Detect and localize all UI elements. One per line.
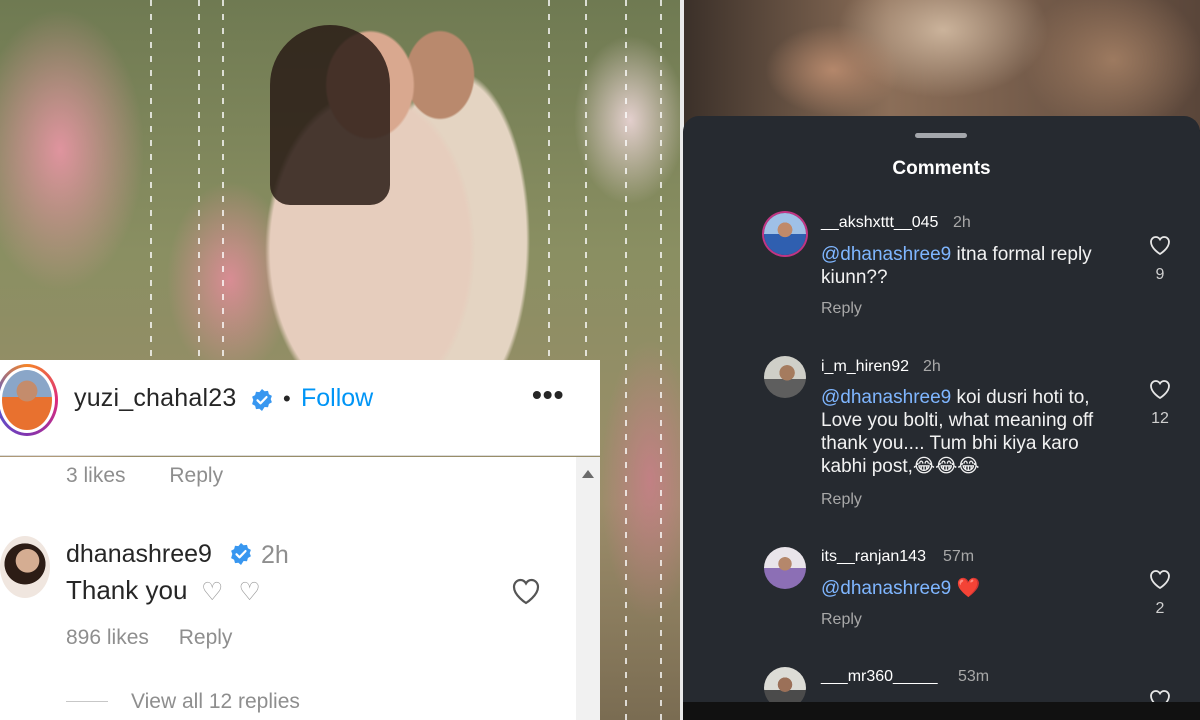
like-count: 9 bbox=[1155, 266, 1165, 283]
poster-username[interactable]: yuzi_chahal23 bbox=[74, 384, 236, 413]
comment-reply-button[interactable]: Reply bbox=[179, 626, 233, 649]
commenter-avatar[interactable] bbox=[0, 536, 50, 598]
like-heart-icon[interactable] bbox=[510, 576, 542, 606]
comment-mention[interactable]: @dhanashree9 bbox=[821, 387, 951, 408]
scrollbar[interactable] bbox=[576, 457, 600, 720]
comment-username[interactable]: __akshxttt__045 bbox=[821, 214, 938, 232]
sheet-drag-handle[interactable] bbox=[915, 133, 967, 138]
like-count: 2 bbox=[1155, 600, 1165, 617]
comment-time: 2h bbox=[953, 214, 971, 231]
comment-time: 2h bbox=[261, 541, 289, 569]
replies-line bbox=[66, 701, 108, 702]
like-heart-icon[interactable] bbox=[1148, 378, 1172, 400]
previous-likes[interactable]: 3 likes bbox=[66, 464, 126, 487]
verified-badge-icon bbox=[252, 389, 272, 411]
comment-avatar[interactable] bbox=[764, 547, 806, 589]
comment-mention[interactable]: @dhanashree9 bbox=[821, 578, 951, 599]
comment-time: 57m bbox=[943, 548, 975, 565]
comment-text: @dhanashree9 itna formal reply kiunn?? bbox=[821, 243, 1121, 289]
sheet-title: Comments bbox=[892, 158, 991, 179]
commenter-username[interactable]: dhanashree9 bbox=[66, 540, 212, 569]
comment-mention[interactable]: @dhanashree9 bbox=[821, 244, 951, 265]
secondary-photo bbox=[683, 0, 1200, 130]
comment-avatar[interactable] bbox=[764, 356, 806, 398]
like-heart-icon[interactable] bbox=[1148, 234, 1172, 256]
verified-badge-icon bbox=[231, 543, 251, 565]
comment-meta: 896 likes Reply bbox=[66, 626, 256, 650]
more-options-icon[interactable]: ••• bbox=[532, 379, 564, 411]
comment-username[interactable]: i_m_hiren92 bbox=[821, 358, 909, 376]
comment-reply-button[interactable]: Reply bbox=[821, 611, 862, 629]
comment-avatar[interactable] bbox=[764, 213, 806, 255]
previous-reply-button[interactable]: Reply bbox=[169, 464, 223, 487]
comment-text: @dhanashree9 ❤️ bbox=[821, 577, 1121, 600]
comment-body: ❤️ bbox=[951, 578, 981, 599]
bottom-bar bbox=[683, 702, 1200, 720]
comment-reply-button[interactable]: Reply bbox=[821, 300, 862, 318]
comment-text: Thank you bbox=[66, 575, 188, 605]
follow-button[interactable]: Follow bbox=[301, 384, 373, 413]
comment-text: @dhanashree9 koi dusri hoti to, Love you… bbox=[821, 386, 1121, 478]
poster-avatar[interactable] bbox=[0, 362, 58, 440]
white-hearts-emoji: ♡ ♡ bbox=[201, 578, 265, 606]
comment-username[interactable]: ___mr360_____ bbox=[821, 668, 938, 686]
comment-time: 53m bbox=[958, 668, 990, 685]
comment-likes[interactable]: 896 likes bbox=[66, 626, 149, 649]
comment-reply-button[interactable]: Reply bbox=[821, 491, 862, 509]
previous-comment-meta: 3 likes Reply bbox=[66, 464, 261, 488]
scroll-up-icon[interactable] bbox=[582, 470, 594, 478]
photo-hair bbox=[270, 25, 390, 205]
comment-time: 2h bbox=[923, 358, 941, 375]
separator-dot: • bbox=[283, 386, 291, 411]
like-count: 12 bbox=[1151, 410, 1169, 427]
view-replies-button[interactable]: View all 12 replies bbox=[131, 690, 300, 714]
like-heart-icon[interactable] bbox=[1148, 568, 1172, 590]
comment-username[interactable]: its__ranjan143 bbox=[821, 548, 926, 566]
